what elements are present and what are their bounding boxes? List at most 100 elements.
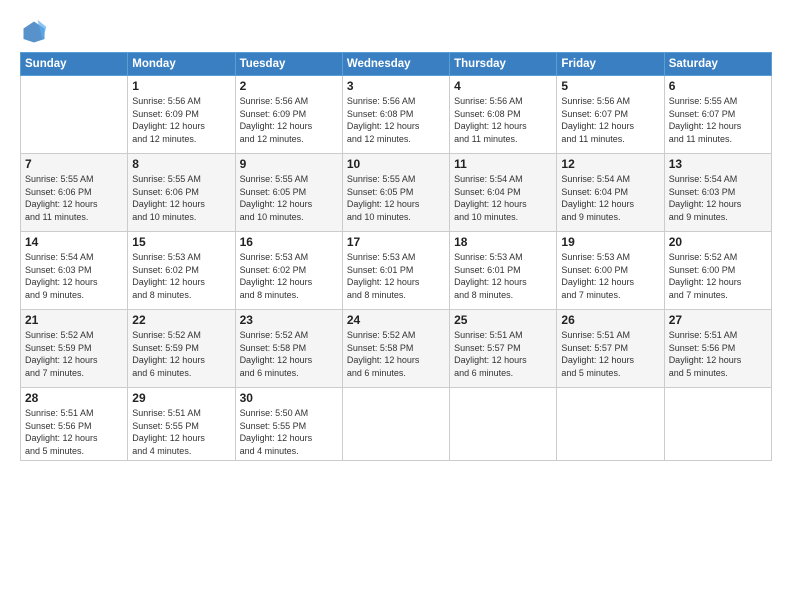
day-info: Sunrise: 5:55 AM Sunset: 6:05 PM Dayligh… [347, 173, 445, 223]
header-day: Tuesday [235, 53, 342, 76]
calendar-cell: 10 Sunrise: 5:55 AM Sunset: 6:05 PM Dayli… [342, 154, 449, 232]
header-day: Friday [557, 53, 664, 76]
day-number: 23 [240, 313, 338, 327]
day-number: 26 [561, 313, 659, 327]
day-number: 5 [561, 79, 659, 93]
day-info: Sunrise: 5:55 AM Sunset: 6:05 PM Dayligh… [240, 173, 338, 223]
calendar-cell [664, 388, 771, 461]
calendar-week: 7 Sunrise: 5:55 AM Sunset: 6:06 PM Daylig… [21, 154, 772, 232]
day-info: Sunrise: 5:51 AM Sunset: 5:57 PM Dayligh… [561, 329, 659, 379]
day-number: 6 [669, 79, 767, 93]
calendar-cell [450, 388, 557, 461]
calendar-cell: 9Sunrise: 5:55 AM Sunset: 6:05 PM Daylig… [235, 154, 342, 232]
calendar-cell [557, 388, 664, 461]
calendar-cell: 21Sunrise: 5:52 AM Sunset: 5:59 PM Dayli… [21, 310, 128, 388]
calendar-cell: 18 Sunrise: 5:53 AM Sunset: 6:01 PM Dayli… [450, 232, 557, 310]
day-number: 7 [25, 157, 123, 171]
calendar-body: 1 Sunrise: 5:56 AM Sunset: 6:09 PM Daylig… [21, 76, 772, 461]
day-number: 18 [454, 235, 552, 249]
calendar-cell: 22Sunrise: 5:52 AM Sunset: 5:59 PM Dayli… [128, 310, 235, 388]
day-info: Sunrise: 5:51 AM Sunset: 5:57 PM Dayligh… [454, 329, 552, 379]
header-row: SundayMondayTuesdayWednesdayThursdayFrid… [21, 53, 772, 76]
calendar-week: 14 Sunrise: 5:54 AM Sunset: 6:03 PM Dayli… [21, 232, 772, 310]
day-number: 11 [454, 157, 552, 171]
day-info: Sunrise: 5:52 AM Sunset: 5:59 PM Dayligh… [132, 329, 230, 379]
day-number: 19 [561, 235, 659, 249]
day-info: Sunrise: 5:52 AM Sunset: 5:58 PM Dayligh… [240, 329, 338, 379]
day-info: Sunrise: 5:55 AM Sunset: 6:07 PM Dayligh… [669, 95, 767, 145]
day-number: 24 [347, 313, 445, 327]
calendar-cell: 27Sunrise: 5:51 AM Sunset: 5:56 PM Dayli… [664, 310, 771, 388]
page: SundayMondayTuesdayWednesdayThursdayFrid… [0, 0, 792, 612]
day-number: 16 [240, 235, 338, 249]
calendar-cell: 26 Sunrise: 5:51 AM Sunset: 5:57 PM Dayli… [557, 310, 664, 388]
day-number: 3 [347, 79, 445, 93]
day-info: Sunrise: 5:50 AM Sunset: 5:55 PM Dayligh… [240, 407, 338, 457]
calendar-cell: 29Sunrise: 5:51 AM Sunset: 5:55 PM Dayli… [128, 388, 235, 461]
day-number: 14 [25, 235, 123, 249]
day-number: 20 [669, 235, 767, 249]
day-info: Sunrise: 5:53 AM Sunset: 6:02 PM Dayligh… [240, 251, 338, 301]
calendar-week: 1 Sunrise: 5:56 AM Sunset: 6:09 PM Daylig… [21, 76, 772, 154]
calendar-table: SundayMondayTuesdayWednesdayThursdayFrid… [20, 52, 772, 461]
calendar-cell: 16 Sunrise: 5:53 AM Sunset: 6:02 PM Dayli… [235, 232, 342, 310]
calendar-cell: 4Sunrise: 5:56 AM Sunset: 6:08 PM Daylig… [450, 76, 557, 154]
calendar-cell: 30 Sunrise: 5:50 AM Sunset: 5:55 PM Dayli… [235, 388, 342, 461]
header-day: Saturday [664, 53, 771, 76]
day-info: Sunrise: 5:54 AM Sunset: 6:03 PM Dayligh… [669, 173, 767, 223]
calendar-cell: 20 Sunrise: 5:52 AM Sunset: 6:00 PM Dayli… [664, 232, 771, 310]
calendar-cell: 15 Sunrise: 5:53 AM Sunset: 6:02 PM Dayli… [128, 232, 235, 310]
calendar-header: SundayMondayTuesdayWednesdayThursdayFrid… [21, 53, 772, 76]
calendar-cell: 6 Sunrise: 5:55 AM Sunset: 6:07 PM Daylig… [664, 76, 771, 154]
calendar-cell: 11Sunrise: 5:54 AM Sunset: 6:04 PM Dayli… [450, 154, 557, 232]
calendar-cell: 5 Sunrise: 5:56 AM Sunset: 6:07 PM Daylig… [557, 76, 664, 154]
day-number: 29 [132, 391, 230, 405]
day-number: 1 [132, 79, 230, 93]
day-info: Sunrise: 5:53 AM Sunset: 6:01 PM Dayligh… [454, 251, 552, 301]
day-number: 21 [25, 313, 123, 327]
day-info: Sunrise: 5:53 AM Sunset: 6:00 PM Dayligh… [561, 251, 659, 301]
calendar-cell: 3 Sunrise: 5:56 AM Sunset: 6:08 PM Daylig… [342, 76, 449, 154]
day-info: Sunrise: 5:52 AM Sunset: 6:00 PM Dayligh… [669, 251, 767, 301]
day-info: Sunrise: 5:53 AM Sunset: 6:01 PM Dayligh… [347, 251, 445, 301]
day-info: Sunrise: 5:55 AM Sunset: 6:06 PM Dayligh… [25, 173, 123, 223]
calendar-cell: 2 Sunrise: 5:56 AM Sunset: 6:09 PM Daylig… [235, 76, 342, 154]
calendar-cell: 23 Sunrise: 5:52 AM Sunset: 5:58 PM Dayli… [235, 310, 342, 388]
calendar-week: 21 Sunrise: 5:52 AM Sunset: 5:59 PM Dayli… [21, 310, 772, 388]
calendar-cell: 8Sunrise: 5:55 AM Sunset: 6:06 PM Daylig… [128, 154, 235, 232]
day-number: 10 [347, 157, 445, 171]
calendar-cell [342, 388, 449, 461]
calendar-cell: 28Sunrise: 5:51 AM Sunset: 5:56 PM Dayli… [21, 388, 128, 461]
calendar-cell: 25 Sunrise: 5:51 AM Sunset: 5:57 PM Dayli… [450, 310, 557, 388]
day-number: 30 [240, 391, 338, 405]
day-info: Sunrise: 5:56 AM Sunset: 6:09 PM Dayligh… [132, 95, 230, 145]
calendar-cell: 1 Sunrise: 5:56 AM Sunset: 6:09 PM Daylig… [128, 76, 235, 154]
day-info: Sunrise: 5:53 AM Sunset: 6:02 PM Dayligh… [132, 251, 230, 301]
header-day: Thursday [450, 53, 557, 76]
day-info: Sunrise: 5:51 AM Sunset: 5:56 PM Dayligh… [25, 407, 123, 457]
calendar-cell: 12Sunrise: 5:54 AM Sunset: 6:04 PM Dayli… [557, 154, 664, 232]
calendar-cell: 13 Sunrise: 5:54 AM Sunset: 6:03 PM Dayli… [664, 154, 771, 232]
day-number: 13 [669, 157, 767, 171]
day-info: Sunrise: 5:56 AM Sunset: 6:09 PM Dayligh… [240, 95, 338, 145]
day-info: Sunrise: 5:56 AM Sunset: 6:07 PM Dayligh… [561, 95, 659, 145]
logo [20, 18, 52, 46]
calendar-cell: 14 Sunrise: 5:54 AM Sunset: 6:03 PM Dayli… [21, 232, 128, 310]
day-number: 2 [240, 79, 338, 93]
logo-icon [20, 18, 48, 46]
day-number: 27 [669, 313, 767, 327]
day-number: 15 [132, 235, 230, 249]
calendar-cell: 17Sunrise: 5:53 AM Sunset: 6:01 PM Dayli… [342, 232, 449, 310]
day-info: Sunrise: 5:54 AM Sunset: 6:04 PM Dayligh… [561, 173, 659, 223]
day-info: Sunrise: 5:55 AM Sunset: 6:06 PM Dayligh… [132, 173, 230, 223]
header-day: Sunday [21, 53, 128, 76]
day-info: Sunrise: 5:56 AM Sunset: 6:08 PM Dayligh… [347, 95, 445, 145]
day-info: Sunrise: 5:54 AM Sunset: 6:03 PM Dayligh… [25, 251, 123, 301]
header [20, 18, 772, 46]
calendar-cell: 7 Sunrise: 5:55 AM Sunset: 6:06 PM Daylig… [21, 154, 128, 232]
header-day: Wednesday [342, 53, 449, 76]
day-number: 25 [454, 313, 552, 327]
day-number: 4 [454, 79, 552, 93]
calendar-week: 28Sunrise: 5:51 AM Sunset: 5:56 PM Dayli… [21, 388, 772, 461]
header-day: Monday [128, 53, 235, 76]
